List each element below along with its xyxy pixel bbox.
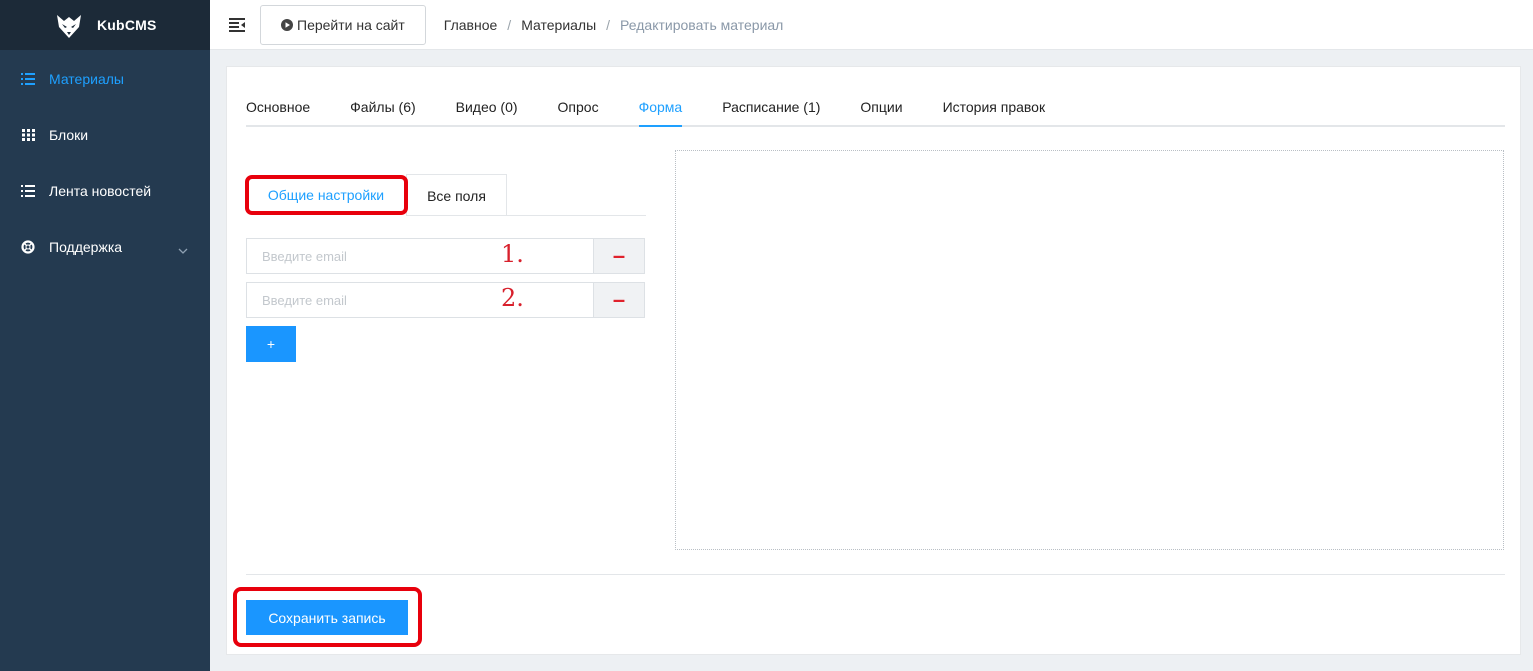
breadcrumb-materials[interactable]: Материалы bbox=[521, 17, 596, 33]
divider bbox=[246, 574, 1505, 575]
tab-video[interactable]: Видео (0) bbox=[456, 87, 518, 127]
breadcrumb-separator: / bbox=[606, 16, 611, 33]
sidebar-item-label: Блоки bbox=[49, 127, 89, 143]
list-icon bbox=[20, 183, 36, 199]
form-subtabs: Общие настройки Все поля bbox=[246, 174, 646, 216]
annotation-number: 1. bbox=[501, 240, 524, 268]
tab-form[interactable]: Форма bbox=[638, 87, 683, 127]
sidebar-item-label: Лента новостей bbox=[49, 183, 152, 199]
subtab-all-fields[interactable]: Все поля bbox=[406, 174, 507, 216]
email-row: – bbox=[246, 238, 646, 274]
chevron-down-icon bbox=[178, 241, 188, 257]
remove-email-button[interactable]: – bbox=[593, 282, 645, 318]
sidebar-nav: Материалы Блоки Лента новостей Поддержка bbox=[0, 50, 210, 275]
save-record-button[interactable]: Сохранить запись bbox=[246, 600, 408, 635]
sidebar-item-label: Поддержка bbox=[49, 239, 123, 255]
play-circle-icon bbox=[281, 18, 293, 31]
breadcrumb-current: Редактировать материал bbox=[620, 16, 784, 33]
breadcrumb-home[interactable]: Главное bbox=[444, 17, 498, 33]
wolf-logo-icon bbox=[52, 8, 86, 42]
tab-options[interactable]: Опции bbox=[860, 87, 902, 127]
material-tabs: Основное Файлы (6) Видео (0) Опрос Форма… bbox=[246, 87, 1505, 127]
go-to-site-label: Перейти на сайт bbox=[297, 16, 405, 33]
sidebar-item-news-feed[interactable]: Лента новостей bbox=[0, 163, 210, 219]
go-to-site-button[interactable]: Перейти на сайт bbox=[260, 4, 426, 45]
breadcrumb: Главное / Материалы / Редактировать мате… bbox=[444, 17, 784, 33]
tab-files[interactable]: Файлы (6) bbox=[350, 87, 415, 127]
app-name: KubCMS bbox=[97, 17, 157, 33]
email-row: – bbox=[246, 282, 646, 318]
editor-card: Основное Файлы (6) Видео (0) Опрос Форма… bbox=[226, 66, 1521, 655]
email-input[interactable] bbox=[246, 282, 593, 318]
sidebar: KubCMS Материалы Блоки Лента новостей По… bbox=[0, 0, 210, 671]
add-email-button[interactable]: + bbox=[246, 326, 296, 362]
sidebar-item-label: Материалы bbox=[49, 71, 124, 87]
grid-icon bbox=[20, 127, 36, 143]
tab-main[interactable]: Основное bbox=[246, 87, 310, 127]
sidebar-item-blocks[interactable]: Блоки bbox=[0, 107, 210, 163]
tab-history[interactable]: История правок bbox=[943, 87, 1046, 127]
annotation-number: 2. bbox=[501, 284, 524, 312]
lifebuoy-icon bbox=[20, 239, 36, 255]
remove-email-button[interactable]: – bbox=[593, 238, 645, 274]
sidebar-toggle-icon[interactable] bbox=[225, 13, 249, 37]
brand[interactable]: KubCMS bbox=[0, 0, 210, 50]
list-icon bbox=[20, 71, 36, 87]
tab-poll[interactable]: Опрос bbox=[558, 87, 599, 127]
email-input[interactable] bbox=[246, 238, 593, 274]
sidebar-item-support[interactable]: Поддержка bbox=[0, 219, 210, 275]
breadcrumb-separator: / bbox=[507, 16, 512, 33]
subtab-general-settings[interactable]: Общие настройки bbox=[246, 174, 406, 216]
tab-schedule[interactable]: Расписание (1) bbox=[722, 87, 820, 127]
sidebar-item-materials[interactable]: Материалы bbox=[0, 51, 210, 107]
form-preview-area bbox=[675, 150, 1504, 550]
topbar: Перейти на сайт Главное / Материалы / Ре… bbox=[210, 0, 1533, 50]
